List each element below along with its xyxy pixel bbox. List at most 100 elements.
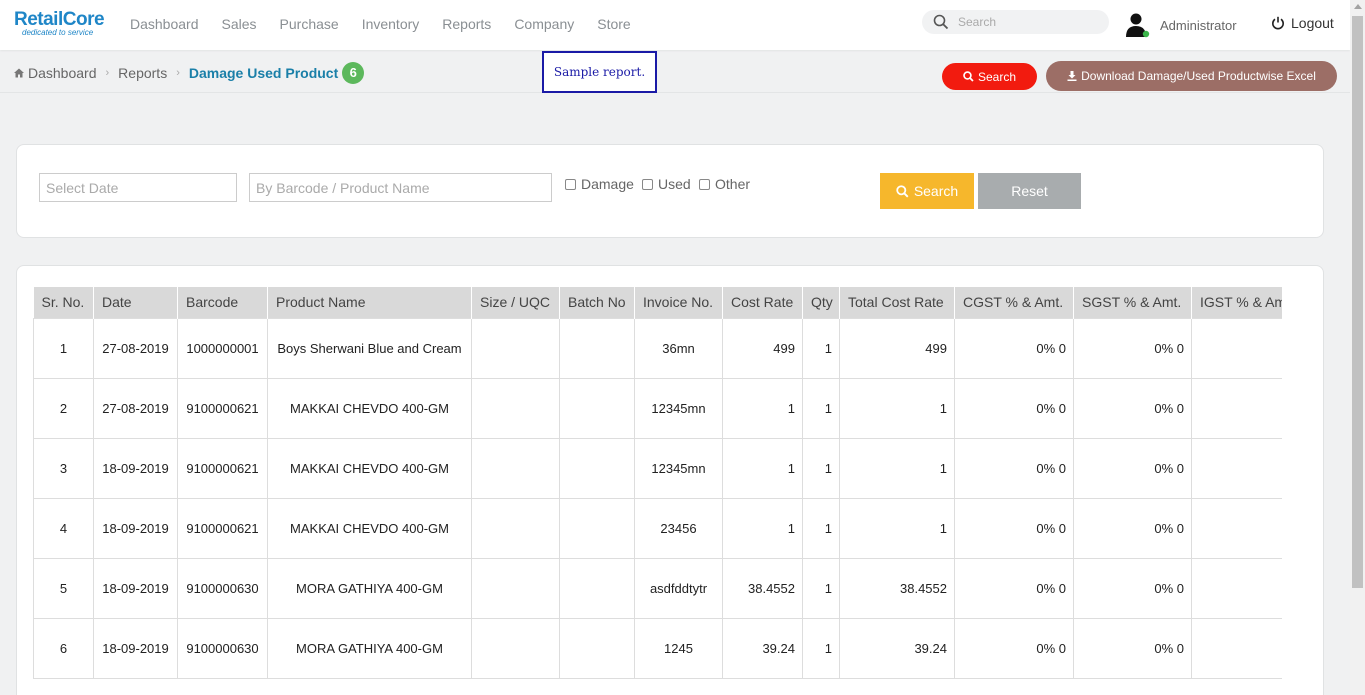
table-cell: 0% 0 bbox=[954, 377, 1074, 439]
product-filter-input[interactable] bbox=[249, 173, 552, 202]
table-cell: 5 bbox=[33, 557, 94, 619]
table-cell bbox=[559, 377, 635, 439]
breadcrumb: Dashboard › Reports › Damage Used Produc… bbox=[14, 62, 365, 84]
table-row: 6 18-09-2019 9100000630 MORA GATHIYA 400-GM… bbox=[33, 617, 1282, 679]
table-cell: 1 bbox=[839, 437, 955, 499]
filter-search-button[interactable]: Search bbox=[880, 173, 974, 209]
global-search-input[interactable] bbox=[958, 13, 1098, 31]
brand-logo[interactable]: RetailCore dedicated to service bbox=[14, 9, 105, 37]
table-cell: 1 bbox=[802, 557, 840, 619]
column-header[interactable]: Product Name bbox=[267, 287, 472, 318]
table-cell: 0% 0 bbox=[1191, 377, 1282, 439]
download-excel-label: Download Damage/Used Productwise Excel bbox=[1081, 69, 1316, 83]
nav-dashboard[interactable]: Dashboard bbox=[130, 16, 199, 32]
other-checkbox[interactable]: Other bbox=[699, 176, 750, 192]
table-cell: 23456 bbox=[634, 497, 723, 559]
column-header[interactable]: Sr. No. bbox=[33, 287, 94, 318]
table-cell: 0% 0 bbox=[1073, 617, 1192, 679]
table-cell: 1 bbox=[722, 497, 803, 559]
nav-sales[interactable]: Sales bbox=[222, 16, 257, 32]
nav-inventory[interactable]: Inventory bbox=[362, 16, 420, 32]
table-cell: 3 bbox=[33, 437, 94, 499]
page-scrollbar[interactable] bbox=[1350, 0, 1365, 695]
table-cell: 1 bbox=[802, 377, 840, 439]
table-cell: 18-09-2019 bbox=[93, 437, 178, 499]
used-checkbox[interactable]: Used bbox=[642, 176, 691, 192]
table-cell: 4 bbox=[33, 497, 94, 559]
table-cell: 499 bbox=[839, 317, 955, 379]
column-header[interactable]: Date bbox=[93, 287, 178, 318]
table-cell: 12345mn bbox=[634, 437, 723, 499]
damage-checkbox[interactable]: Damage bbox=[565, 176, 634, 192]
table-cell: 499 bbox=[722, 317, 803, 379]
nav-reports[interactable]: Reports bbox=[442, 16, 491, 32]
nav-store[interactable]: Store bbox=[597, 16, 630, 32]
user-menu[interactable]: Administrator bbox=[1125, 12, 1237, 38]
download-excel-button[interactable]: Download Damage/Used Productwise Excel bbox=[1046, 61, 1337, 91]
home-icon bbox=[14, 68, 24, 78]
column-header[interactable]: Total Cost Rate bbox=[839, 287, 955, 318]
table-cell: MAKKAI CHEVDO 400-GM bbox=[267, 377, 472, 439]
table-cell: MAKKAI CHEVDO 400-GM bbox=[267, 497, 472, 559]
column-header[interactable]: Invoice No. bbox=[634, 287, 723, 318]
table-row: 5 18-09-2019 9100000630 MORA GATHIYA 400-GM… bbox=[33, 557, 1282, 619]
table-cell: Boys Sherwani Blue and Cream bbox=[267, 317, 472, 379]
table-cell bbox=[471, 617, 560, 679]
filter-search-label: Search bbox=[913, 183, 959, 199]
main-nav: Dashboard Sales Purchase Inventory Repor… bbox=[130, 16, 654, 32]
brand-name-part1: Retail bbox=[14, 9, 63, 30]
checkbox-box[interactable] bbox=[565, 178, 576, 190]
column-header[interactable]: CGST % & Amt. bbox=[954, 287, 1074, 318]
logout-label: Logout bbox=[1291, 15, 1334, 31]
search-icon bbox=[963, 71, 974, 82]
checkbox-box[interactable] bbox=[642, 178, 653, 190]
date-filter-input[interactable] bbox=[39, 173, 237, 202]
table-body: 1 27-08-2019 1000000001 Boys Sherwani Blue … bbox=[33, 317, 1282, 679]
breadcrumb-dashboard[interactable]: Dashboard bbox=[28, 65, 97, 81]
table-cell: 39.24 bbox=[722, 617, 803, 679]
table-cell: 39.24 bbox=[839, 617, 955, 679]
reset-button[interactable]: Reset bbox=[978, 173, 1081, 209]
table-cell: asdfddtytr bbox=[634, 557, 723, 619]
download-icon bbox=[1067, 71, 1077, 81]
nav-company[interactable]: Company bbox=[514, 16, 574, 32]
column-header[interactable]: Qty bbox=[802, 287, 840, 318]
breadcrumb-reports[interactable]: Reports bbox=[118, 65, 167, 81]
table-cell: 18-09-2019 bbox=[93, 557, 178, 619]
sample-report-label: Sample report. bbox=[542, 51, 657, 93]
table-cell: 0% 0 bbox=[1073, 497, 1192, 559]
column-header[interactable]: SGST % & Amt. bbox=[1073, 287, 1192, 318]
scroll-up-arrow[interactable] bbox=[1354, 4, 1362, 9]
table-cell: 38.4552 bbox=[839, 557, 955, 619]
scrollbar-thumb[interactable] bbox=[1352, 16, 1363, 588]
table-cell: 1 bbox=[839, 497, 955, 559]
table-cell: 0% 0 bbox=[954, 617, 1074, 679]
breadcrumb-separator: › bbox=[105, 67, 110, 79]
header-search-label: Search bbox=[977, 69, 1017, 84]
table-cell bbox=[471, 497, 560, 559]
table-cell bbox=[559, 557, 635, 619]
column-header[interactable]: Barcode bbox=[177, 287, 268, 318]
report-table-panel: Sr. No. Date Barcode Product Name Size /… bbox=[16, 265, 1324, 695]
global-search bbox=[922, 10, 1109, 34]
table-cell: 1 bbox=[802, 617, 840, 679]
nav-purchase[interactable]: Purchase bbox=[280, 16, 339, 32]
column-header[interactable]: Cost Rate bbox=[722, 287, 803, 318]
table-row: 4 18-09-2019 9100000621 MAKKAI CHEVDO 400-G… bbox=[33, 497, 1282, 559]
table-cell: 0% 0 bbox=[954, 557, 1074, 619]
column-header[interactable]: Batch No bbox=[559, 287, 635, 318]
column-header[interactable]: IGST % & Amt. bbox=[1191, 287, 1282, 318]
table-cell: 18-09-2019 bbox=[93, 497, 178, 559]
breadcrumb-separator: › bbox=[176, 67, 180, 79]
table-cell: 5% 24.95 bbox=[1191, 317, 1282, 379]
table-cell: 36mn bbox=[634, 317, 723, 379]
checkbox-box[interactable] bbox=[699, 178, 710, 190]
report-table-scroll[interactable]: Sr. No. Date Barcode Product Name Size /… bbox=[33, 287, 1282, 695]
table-cell: 38.4552 bbox=[722, 557, 803, 619]
logout-button[interactable]: Logout bbox=[1271, 15, 1334, 31]
table-cell bbox=[559, 617, 635, 679]
header-search-button[interactable]: Search bbox=[942, 63, 1037, 90]
column-header[interactable]: Size / UQC bbox=[471, 287, 560, 318]
table-cell bbox=[559, 437, 635, 499]
table-cell: 9100000630 bbox=[177, 617, 268, 679]
